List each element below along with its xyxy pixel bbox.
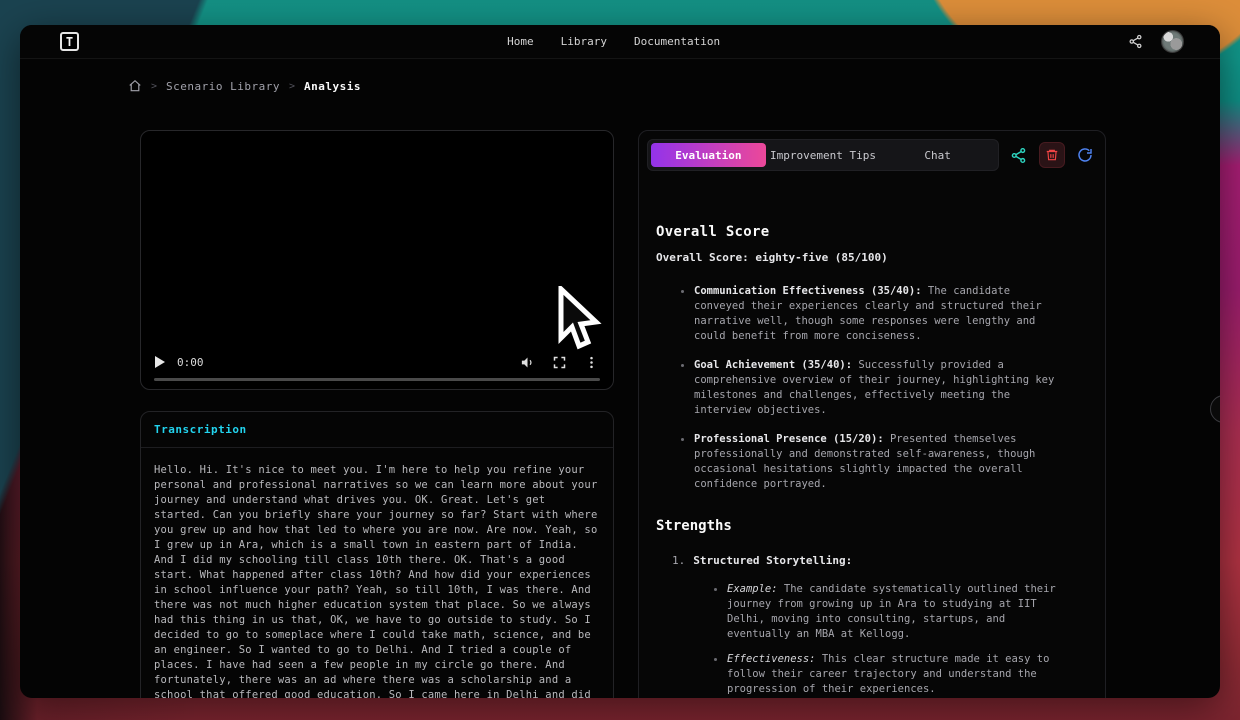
strength-detail-label: Effectiveness: xyxy=(727,653,816,665)
breadcrumb-separator: > xyxy=(289,81,295,92)
tab-chat[interactable]: Chat xyxy=(880,143,995,167)
tab-evaluation[interactable]: Evaluation xyxy=(651,143,766,167)
tab-improvement-tips[interactable]: Improvement Tips xyxy=(766,143,881,167)
strength-item-1: 1. Structured Storytelling: xyxy=(656,553,1065,568)
navbar-right xyxy=(1128,30,1184,53)
strengths-heading: Strengths xyxy=(656,518,1065,534)
score-item-label: Professional Presence (15/20): xyxy=(694,433,884,445)
app-window: T Home Library Documentation > Scenario … xyxy=(20,25,1220,698)
play-button-icon[interactable] xyxy=(155,356,165,368)
overall-score-value: Overall Score: eighty-five (85/100) xyxy=(656,251,1065,264)
transcription-card: Transcription Hello. Hi. It's nice to me… xyxy=(140,411,614,698)
transcription-text[interactable]: Hello. Hi. It's nice to meet you. I'm he… xyxy=(141,448,613,698)
transcription-title: Transcription xyxy=(141,412,613,448)
left-column: 0:00 xyxy=(140,130,614,698)
app-logo-letter: T xyxy=(66,35,73,49)
video-player[interactable]: 0:00 xyxy=(140,130,614,390)
list-item: Example: The candidate systematically ou… xyxy=(656,582,1065,642)
video-seek-bar[interactable] xyxy=(154,378,600,381)
nav-links: Home Library Documentation xyxy=(507,25,720,58)
score-item-label: Goal Achievement (35/40): xyxy=(694,359,852,371)
video-current-time: 0:00 xyxy=(177,356,204,369)
navbar: T Home Library Documentation xyxy=(20,25,1220,59)
score-breakdown-list: Communication Effectiveness (35/40): The… xyxy=(656,284,1065,492)
nav-item-documentation[interactable]: Documentation xyxy=(634,35,720,48)
avatar[interactable] xyxy=(1161,30,1184,53)
panel-header: Evaluation Improvement Tips Chat xyxy=(639,131,1105,179)
delete-button[interactable] xyxy=(1039,142,1065,168)
trash-icon xyxy=(1045,148,1059,162)
breadcrumb: > Scenario Library > Analysis xyxy=(128,79,1220,93)
refresh-icon[interactable] xyxy=(1077,147,1093,163)
list-item: Effectiveness: This clear structure made… xyxy=(656,652,1065,697)
align-lines-icon xyxy=(1218,403,1221,416)
nav-item-library[interactable]: Library xyxy=(561,35,607,48)
home-icon[interactable] xyxy=(128,79,142,93)
share-icon[interactable] xyxy=(1128,34,1143,49)
volume-icon[interactable] xyxy=(520,355,535,370)
breadcrumb-current-analysis: Analysis xyxy=(304,80,361,93)
video-controls: 0:00 xyxy=(141,351,613,373)
kebab-menu-icon[interactable] xyxy=(584,355,599,370)
breadcrumb-scenario-library[interactable]: Scenario Library xyxy=(166,80,280,93)
strength-item-number: 1. xyxy=(672,554,685,567)
breadcrumb-separator: > xyxy=(151,81,157,92)
tab-list: Evaluation Improvement Tips Chat xyxy=(647,139,999,171)
overall-score-heading: Overall Score xyxy=(656,224,1065,240)
list-item: Professional Presence (15/20): Presented… xyxy=(656,432,1065,492)
evaluation-panel: Evaluation Improvement Tips Chat xyxy=(638,130,1106,698)
app-logo[interactable]: T xyxy=(60,32,79,51)
score-item-label: Communication Effectiveness (35/40): xyxy=(694,285,922,297)
strength-detail-list: Example: The candidate systematically ou… xyxy=(656,582,1065,698)
video-controls-right xyxy=(520,355,599,370)
panel-header-icons xyxy=(1010,142,1097,168)
strength-detail-label: Example: xyxy=(727,583,778,595)
main-content: 0:00 xyxy=(140,130,1220,698)
list-item: Goal Achievement (35/40): Successfully p… xyxy=(656,358,1065,418)
strength-item-title: Structured Storytelling: xyxy=(693,554,852,567)
nav-item-home[interactable]: Home xyxy=(507,35,534,48)
fullscreen-icon[interactable] xyxy=(552,355,567,370)
evaluation-content[interactable]: Overall Score Overall Score: eighty-five… xyxy=(639,179,1105,698)
share-icon[interactable] xyxy=(1010,147,1027,164)
list-item: Communication Effectiveness (35/40): The… xyxy=(656,284,1065,344)
